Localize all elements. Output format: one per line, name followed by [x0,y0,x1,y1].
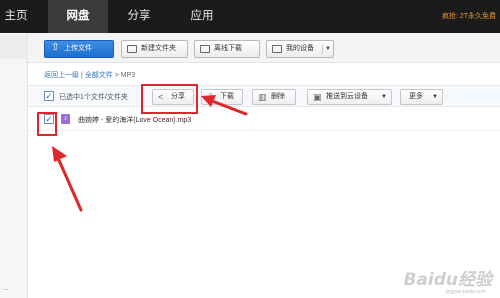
annotation-arrows [52,95,248,212]
baidu-jingyan-watermark: Baidu经验 [403,270,492,290]
arrow-to-checkbox [52,146,83,212]
watermark-url: jingyan.baidu.com [445,289,486,295]
arrow-to-share [201,95,248,116]
